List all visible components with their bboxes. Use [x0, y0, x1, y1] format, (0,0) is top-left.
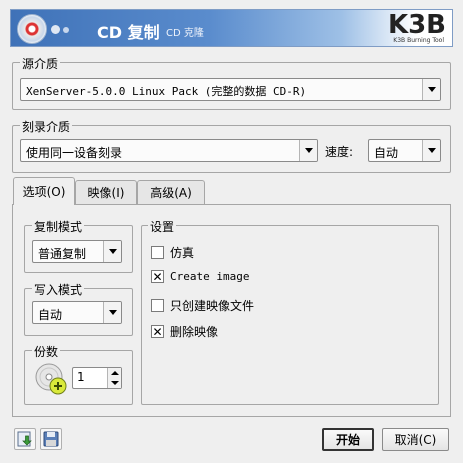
window-subtitle: CD 克隆 [166, 28, 204, 39]
window-title: CD 复制 [97, 23, 160, 42]
speed-select[interactable]: 自动 [368, 139, 441, 162]
settings-checkbox-delete-image[interactable]: ✕ 删除映像 [151, 323, 218, 340]
chevron-down-icon[interactable] [103, 241, 121, 262]
tab-image-label: 映像(I) [87, 186, 125, 200]
chevron-down-icon[interactable] [299, 140, 317, 161]
copies-title: 份数 [32, 343, 61, 360]
copy-mode-select[interactable]: 普通复制 [32, 240, 122, 263]
tab-image[interactable]: 映像(I) [75, 180, 137, 204]
checkbox[interactable] [151, 299, 164, 312]
start-button[interactable]: 开始 [322, 428, 374, 451]
checkbox-label: Create image [170, 270, 250, 283]
copies-spinbox[interactable]: 1 [72, 367, 122, 389]
tab-advanced-label: 高级(A) [150, 186, 192, 200]
source-medium-select[interactable]: XenServer-5.0.0 Linux Pack (完整的数据 CD-R) [20, 78, 441, 101]
cd-icon [17, 14, 47, 44]
save-icon [43, 431, 59, 447]
source-medium-value: XenServer-5.0.0 Linux Pack (完整的数据 CD-R) [26, 85, 307, 98]
write-mode-select[interactable]: 自动 [32, 301, 122, 324]
checkbox[interactable] [151, 246, 164, 259]
load-settings-button[interactable] [14, 428, 36, 450]
source-medium-title: 源介质 [20, 55, 61, 72]
copy-mode-value: 普通复制 [38, 247, 87, 261]
settings-checkbox-create-image[interactable]: ✕ Create image [151, 270, 249, 283]
burn-device-select[interactable]: 使用同一设备刻录 [20, 139, 318, 162]
cancel-button-label: 取消(C) [394, 433, 437, 447]
header-banner: CD 复制 CD 克隆 K3B K3B Burning Tool [10, 9, 453, 47]
checkbox-checked[interactable]: ✕ [151, 270, 164, 283]
chevron-down-icon[interactable] [422, 79, 440, 100]
tab-options[interactable]: 选项(O) [13, 177, 75, 205]
tab-advanced[interactable]: 高级(A) [137, 180, 205, 204]
copy-mode-title: 复制模式 [32, 218, 85, 235]
speed-label: 速度: [325, 145, 354, 159]
burn-medium-title: 刻录介质 [20, 118, 73, 135]
spin-down-icon[interactable] [111, 381, 119, 385]
checkbox-checked[interactable]: ✕ [151, 325, 164, 338]
start-button-label: 开始 [335, 433, 360, 447]
chevron-down-icon[interactable] [103, 302, 121, 323]
settings-checkbox-simulate[interactable]: 仿真 [151, 244, 194, 261]
k3b-logo-subtitle: K3B Burning Tool [393, 37, 444, 44]
spin-buttons[interactable] [107, 368, 121, 388]
disc-copies-icon [34, 362, 68, 396]
banner-decoration [63, 27, 69, 33]
tab-options-label: 选项(O) [22, 185, 66, 199]
chevron-down-icon[interactable] [422, 140, 440, 161]
speed-value: 自动 [374, 146, 399, 160]
checkbox-label: 仿真 [170, 246, 195, 260]
k3b-logo: K3B [387, 10, 446, 40]
settings-title: 设置 [148, 218, 177, 235]
copies-value: 1 [77, 370, 85, 384]
burn-device-value: 使用同一设备刻录 [26, 146, 123, 160]
settings-checkbox-only-image[interactable]: 只创建映像文件 [151, 297, 254, 314]
checkbox-label: 只创建映像文件 [170, 299, 255, 313]
banner-decoration [51, 25, 60, 34]
write-mode-title: 写入模式 [32, 281, 85, 298]
checkbox-label: 删除映像 [170, 325, 219, 339]
load-settings-icon [17, 431, 32, 447]
save-settings-button[interactable] [40, 428, 62, 450]
cancel-button[interactable]: 取消(C) [382, 428, 449, 451]
spin-up-icon[interactable] [111, 371, 119, 375]
write-mode-value: 自动 [38, 308, 63, 322]
